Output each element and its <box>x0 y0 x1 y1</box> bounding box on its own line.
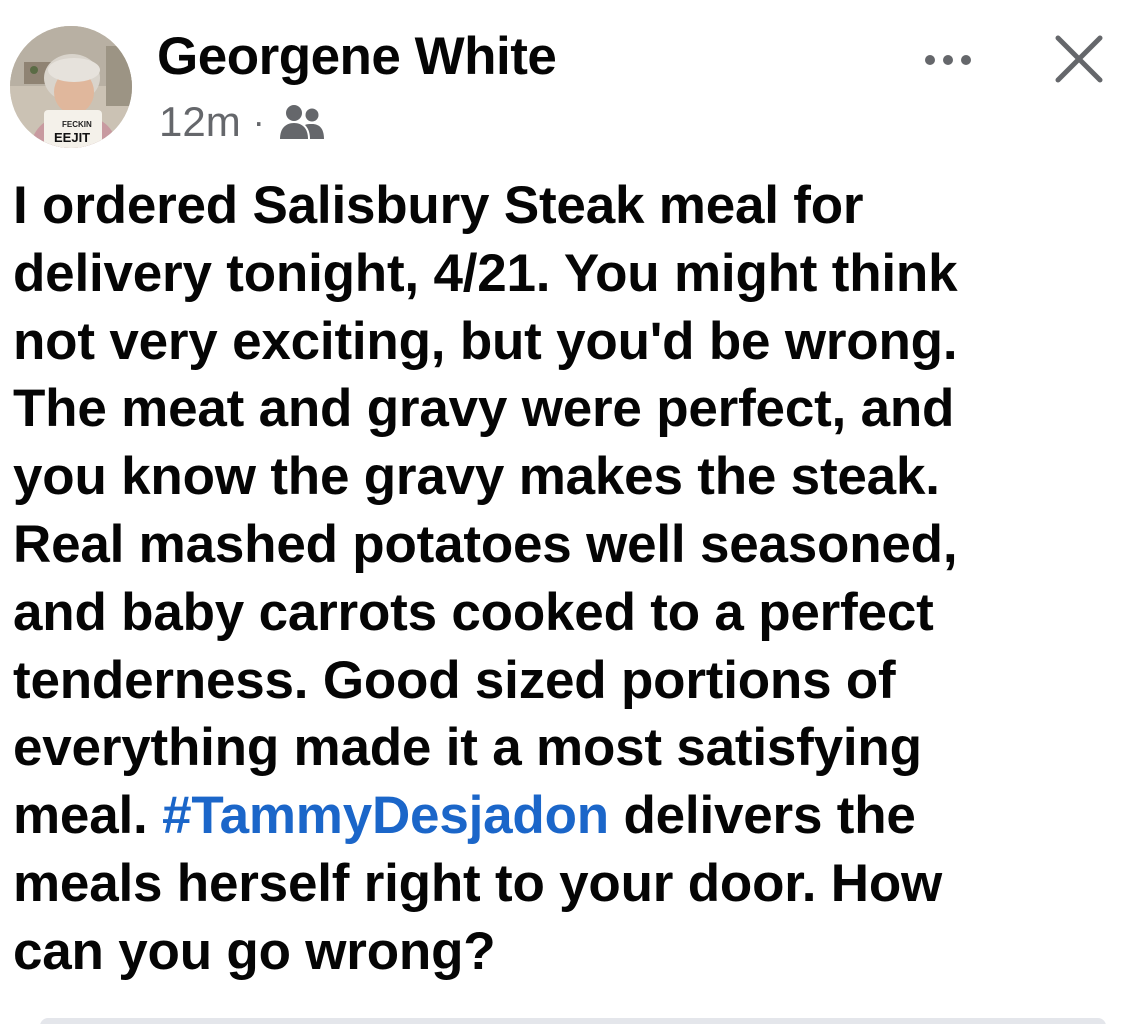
post-body-line: The meat and gravy were perfect, and <box>13 379 955 439</box>
close-icon <box>1055 35 1103 83</box>
mug-text-line2: EEJIT <box>54 130 90 145</box>
post-body-line: delivery tonight, 4/21. You might think <box>13 243 958 303</box>
post-body-line: I ordered Salisbury Steak meal for <box>13 176 864 235</box>
more-horizontal-icon <box>925 55 971 65</box>
close-button[interactable] <box>1052 32 1106 86</box>
avatar-photo: FECKIN EEJIT <box>10 26 132 148</box>
post-body-line: everything made it a most satisfying <box>13 718 922 778</box>
post-body-text: meal. <box>13 786 163 846</box>
post-body-line: Real mashed potatoes well seasoned, <box>13 514 958 574</box>
post-card: FECKIN EEJIT Georgene White 12m · I orde… <box>0 0 1146 1024</box>
post-body-line: you know the gravy makes the steak. <box>13 447 940 507</box>
mug-text-line1: FECKIN <box>62 120 92 129</box>
post-body-line: and baby carrots cooked to a perfect <box>13 582 934 642</box>
post-meta: 12m · <box>159 96 325 148</box>
group-icon <box>279 103 325 141</box>
post-body-line: meals herself right to your door. How <box>13 853 943 913</box>
more-options-button[interactable] <box>920 40 976 80</box>
author-name[interactable]: Georgene White <box>157 26 557 87</box>
author-avatar[interactable]: FECKIN EEJIT <box>10 26 132 148</box>
post-body-line: tenderness. Good sized portions of <box>13 650 896 710</box>
meta-separator: · <box>252 101 265 142</box>
post-body-line: not very exciting, but you'd be wrong. <box>13 311 958 371</box>
post-body-text: delivers the <box>608 786 916 846</box>
post-body: I ordered Salisbury Steak meal for deliv… <box>13 172 1123 986</box>
next-section-edge <box>40 1018 1106 1024</box>
post-body-line-hashtag: meal. #TammyDesjadon delivers the <box>13 782 1123 850</box>
post-timestamp[interactable]: 12m <box>159 98 241 146</box>
post-body-line: can you go wrong? <box>13 921 496 981</box>
hashtag-link[interactable]: #TammyDesjadon <box>162 786 609 845</box>
